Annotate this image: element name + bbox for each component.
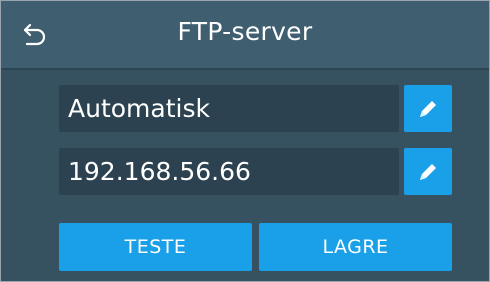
pencil-icon xyxy=(420,100,436,117)
ftp-server-screen: FTP-server Automatisk 192.168.56.66 TEST… xyxy=(0,0,490,282)
connection-mode-field: Automatisk xyxy=(59,85,399,132)
test-button[interactable]: TESTE xyxy=(59,223,252,271)
server-address-field: 192.168.56.66 xyxy=(59,148,399,195)
header-bar: FTP-server xyxy=(1,1,489,70)
edit-connection-mode-button[interactable] xyxy=(404,85,452,132)
pencil-icon xyxy=(420,163,436,180)
save-button[interactable]: LAGRE xyxy=(259,223,452,271)
edit-server-address-button[interactable] xyxy=(404,148,452,195)
page-title: FTP-server xyxy=(177,17,313,46)
